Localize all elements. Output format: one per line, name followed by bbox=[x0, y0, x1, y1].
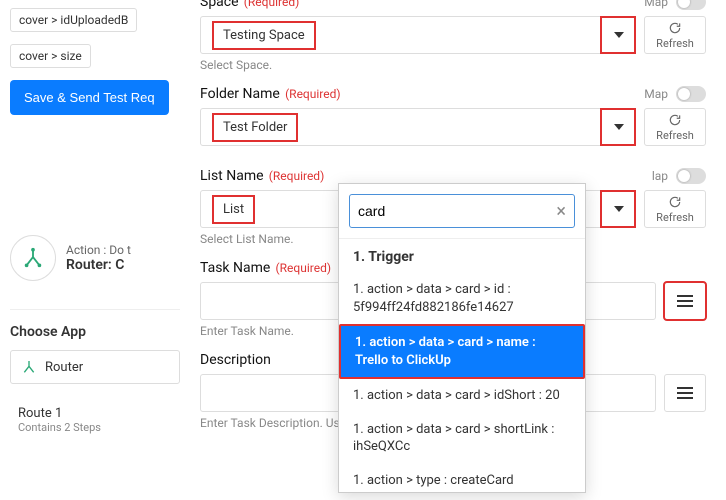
popup-item-type-createcard[interactable]: 1. action > type : createCard bbox=[339, 464, 585, 492]
hamburger-icon bbox=[677, 295, 693, 307]
app-name: Router bbox=[45, 360, 83, 375]
space-caret[interactable] bbox=[601, 17, 635, 53]
folder-map-toggle[interactable] bbox=[676, 86, 706, 102]
choose-app-heading: Choose App bbox=[10, 324, 180, 340]
chevron-down-icon bbox=[614, 206, 624, 212]
popup-search[interactable]: × bbox=[349, 194, 575, 228]
folder-refresh-button[interactable]: Refresh bbox=[644, 108, 706, 146]
node-subtitle: Action : Do t bbox=[66, 243, 131, 257]
mapping-popup: × 1. Trigger 1. action > data > card > i… bbox=[338, 183, 586, 493]
chevron-down-icon bbox=[614, 32, 624, 38]
router-small-icon bbox=[21, 359, 37, 375]
list-caret[interactable] bbox=[601, 191, 635, 227]
space-refresh-button[interactable]: Refresh bbox=[644, 16, 706, 54]
folder-value: Test Folder bbox=[213, 114, 297, 141]
popup-item-card-idshort[interactable]: 1. action > data > card > idShort : 20 bbox=[339, 379, 585, 413]
space-label: Space bbox=[200, 0, 239, 10]
space-select[interactable]: Testing Space bbox=[200, 16, 636, 54]
hamburger-icon bbox=[677, 387, 693, 399]
route-item[interactable]: Route 1 Contains 2 Steps bbox=[10, 406, 180, 434]
list-label: List Name bbox=[200, 168, 264, 184]
popup-item-card-shortlink[interactable]: 1. action > data > card > shortLink : ih… bbox=[339, 413, 585, 464]
popup-trigger-heading: 1. Trigger bbox=[339, 239, 585, 273]
list-refresh-button[interactable]: Refresh bbox=[644, 190, 706, 228]
task-map-button[interactable] bbox=[664, 282, 706, 320]
chevron-down-icon bbox=[614, 124, 624, 130]
tag-cover-size[interactable]: cover > size bbox=[10, 44, 91, 68]
node-title: Router: C bbox=[66, 257, 131, 273]
space-value: Testing Space bbox=[213, 22, 315, 49]
popup-item-card-id[interactable]: 1. action > data > card > id : 5f994ff24… bbox=[339, 273, 585, 324]
folder-required: (Required) bbox=[285, 87, 340, 101]
tag-cover-iduploaded[interactable]: cover > idUploadedB bbox=[10, 8, 137, 32]
popup-search-input[interactable] bbox=[358, 203, 550, 219]
router-icon bbox=[10, 235, 56, 281]
desc-label: Description bbox=[200, 352, 271, 368]
task-required: (Required) bbox=[276, 261, 331, 275]
folder-caret[interactable] bbox=[601, 109, 635, 145]
save-send-test-button[interactable]: Save & Send Test Req bbox=[10, 80, 169, 115]
router-node[interactable]: Action : Do t Router: C bbox=[10, 225, 180, 281]
refresh-icon bbox=[668, 21, 682, 35]
folder-map-label: Map bbox=[644, 87, 668, 101]
list-map-toggle[interactable] bbox=[676, 168, 706, 184]
space-map-toggle[interactable] bbox=[676, 0, 706, 10]
route-subtitle: Contains 2 Steps bbox=[18, 421, 180, 434]
route-title: Route 1 bbox=[18, 406, 180, 421]
list-required: (Required) bbox=[269, 169, 324, 183]
space-required: (Required) bbox=[244, 0, 299, 9]
space-helper: Select Space. bbox=[200, 58, 706, 72]
list-map-label: lap bbox=[652, 169, 668, 183]
popup-item-card-name[interactable]: 1. action > data > card > name : Trello … bbox=[339, 324, 585, 379]
folder-label: Folder Name bbox=[200, 86, 280, 102]
folder-select[interactable]: Test Folder bbox=[200, 108, 636, 146]
clear-search-icon[interactable]: × bbox=[556, 201, 566, 222]
desc-map-button[interactable] bbox=[664, 374, 706, 412]
refresh-icon bbox=[668, 195, 682, 209]
list-value: List bbox=[213, 196, 254, 223]
task-label: Task Name bbox=[200, 260, 270, 276]
app-select[interactable]: Router bbox=[10, 350, 180, 384]
refresh-icon bbox=[668, 113, 682, 127]
space-map-label: Map bbox=[644, 0, 668, 9]
